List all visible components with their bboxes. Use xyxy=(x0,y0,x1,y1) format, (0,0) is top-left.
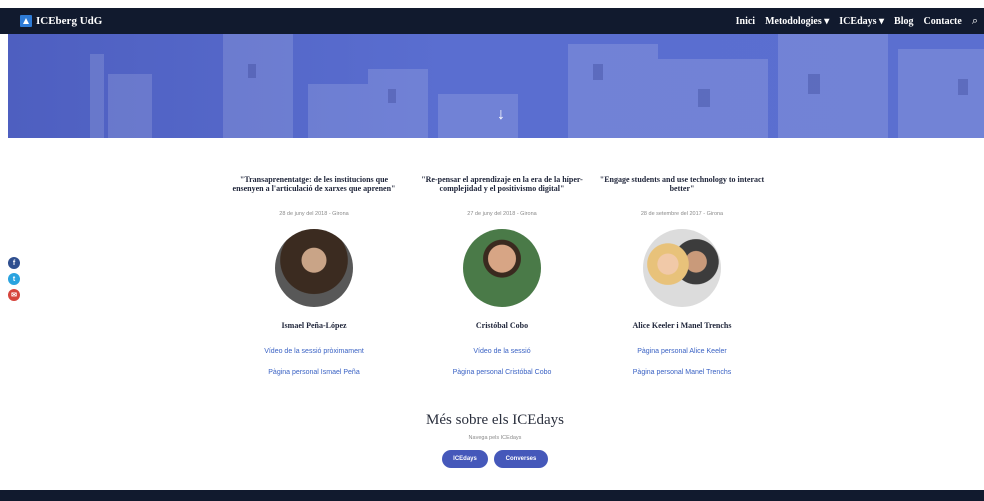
speaker-name: Alice Keeler i Manel Trenchs xyxy=(632,321,732,330)
event-title: "Engage students and use technology to i… xyxy=(599,175,765,193)
speaker-avatar xyxy=(275,229,353,307)
hero-window xyxy=(698,89,710,107)
nav-metodologies[interactable]: Metodologies ▾ xyxy=(765,16,829,27)
hero-building xyxy=(308,84,368,138)
iceberg-logo-icon xyxy=(20,15,32,27)
social-share-bar: f t ✉ xyxy=(8,257,20,301)
hero-building xyxy=(108,74,152,138)
hero-window xyxy=(958,79,968,95)
twitter-icon[interactable]: t xyxy=(8,273,20,285)
hero-building xyxy=(778,34,888,138)
scroll-down-arrow-icon[interactable]: ↓ xyxy=(497,106,505,124)
search-icon[interactable]: ⌕ xyxy=(972,15,978,28)
session-video-link[interactable]: Vídeo de la sessió pròximament xyxy=(229,348,399,355)
hero-building xyxy=(90,54,104,138)
hero-building xyxy=(438,94,518,138)
more-icedays-section: Més sobre els ICEdays Navega pels ICEday… xyxy=(390,412,600,468)
event-date: 28 de setembre del 2017 - Girona xyxy=(640,211,724,217)
hero-building xyxy=(658,59,768,138)
converses-button[interactable]: Converses xyxy=(494,450,548,468)
session-video-link[interactable]: Vídeo de la sessió xyxy=(417,348,587,355)
nav-blog[interactable]: Blog xyxy=(894,16,913,27)
nav-contacte[interactable]: Contacte xyxy=(924,16,962,27)
speaker-page-link[interactable]: Pàgina personal Alice Keeler xyxy=(597,348,767,355)
event-date: 28 de juny del 2018 - Girona xyxy=(279,211,349,217)
speaker-page-link[interactable]: Pàgina personal Manel Trenchs xyxy=(597,369,767,376)
event-title: "Re-pensar el aprendizaje en la era de l… xyxy=(421,175,583,193)
hero-building xyxy=(898,49,984,138)
hero-building xyxy=(568,44,658,138)
speaker-page-link[interactable]: Pàgina personal Cristóbal Cobo xyxy=(417,369,587,376)
speaker-page-link[interactable]: Pàgina personal Ismael Peña xyxy=(229,369,399,376)
section-subtitle: Navega pels ICEdays xyxy=(468,435,522,441)
site-logo-text: ICEberg UdG xyxy=(36,15,103,27)
speaker-avatar xyxy=(463,229,541,307)
nav-icedays[interactable]: ICEdays ▾ xyxy=(839,16,884,27)
button-row: ICEdays Converses xyxy=(390,450,600,468)
footer-bar xyxy=(0,490,984,501)
speaker-name: Cristóbal Cobo xyxy=(475,321,529,330)
hero-banner: ↓ xyxy=(8,34,984,138)
main-nav: Inici Metodologies ▾ ICEdays ▾ Blog Cont… xyxy=(736,15,978,28)
site-logo[interactable]: ICEberg UdG xyxy=(20,15,102,27)
event-date: 27 de juny del 2018 - Girona xyxy=(467,211,537,217)
event-card: "Re-pensar el aprendizaje en la era de l… xyxy=(417,175,587,376)
event-card: "Transaprenentatge: de les institucions … xyxy=(229,175,399,376)
nav-inici[interactable]: Inici xyxy=(736,16,755,27)
facebook-icon[interactable]: f xyxy=(8,257,20,269)
hero-window xyxy=(808,74,820,94)
hero-window xyxy=(593,64,603,80)
hero-building xyxy=(223,34,293,138)
speaker-avatar xyxy=(643,229,721,307)
hero-building xyxy=(368,69,428,138)
email-icon[interactable]: ✉ xyxy=(8,289,20,301)
speaker-name: Ismael Peña-López xyxy=(281,321,347,330)
hero-window xyxy=(388,89,396,103)
event-card: "Engage students and use technology to i… xyxy=(597,175,767,376)
top-navbar: ICEberg UdG Inici Metodologies ▾ ICEdays… xyxy=(0,8,984,34)
section-title: Més sobre els ICEdays xyxy=(426,412,564,428)
icedays-button[interactable]: ICEdays xyxy=(442,450,488,468)
event-title: "Transaprenentatge: de les institucions … xyxy=(232,175,396,193)
hero-window xyxy=(248,64,256,78)
